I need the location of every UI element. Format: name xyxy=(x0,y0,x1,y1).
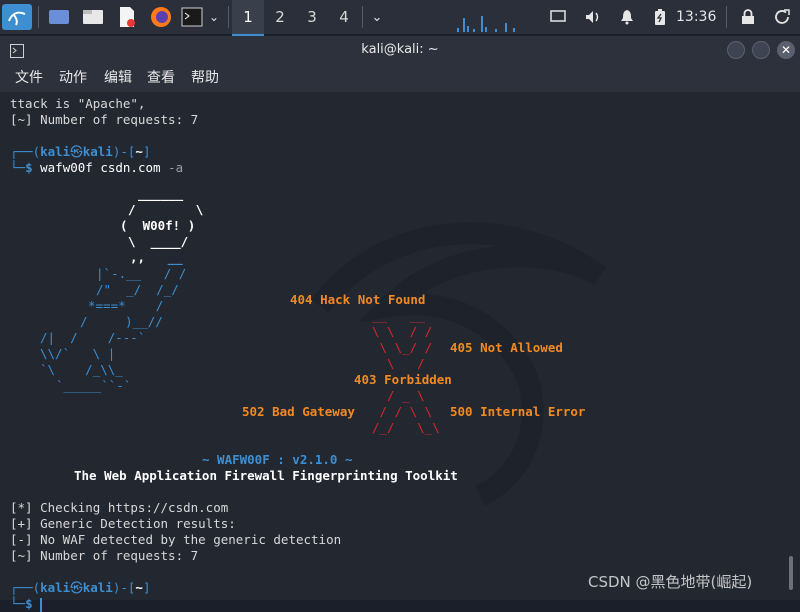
prompt-user: kali xyxy=(40,580,71,595)
label-404: 404 Hack Not Found xyxy=(290,292,426,307)
watermark-text: CSDN @黑色地带(崛起) xyxy=(588,573,753,591)
notification-bell-icon[interactable] xyxy=(616,4,638,30)
battery-icon[interactable] xyxy=(650,4,670,30)
cpu-graph xyxy=(455,14,525,32)
output-line: [*] Checking https://csdn.com xyxy=(10,500,229,515)
woof-text: W00f! xyxy=(142,218,181,233)
prompt-dir: ~ xyxy=(135,580,143,595)
title-bar[interactable]: kali@kali: ~ ✕ xyxy=(0,36,800,64)
workspace-1[interactable]: 1 xyxy=(232,0,264,36)
red-x-art: __ __ xyxy=(372,308,425,323)
red-x-art: \ \_/ / xyxy=(372,340,433,355)
label-502: 502 Bad Gateway xyxy=(242,404,355,419)
command-line: └─$ wafw00f csdn.com -a xyxy=(10,160,184,175)
chevron-down-icon[interactable]: ⌄ xyxy=(206,4,222,30)
volume-icon[interactable] xyxy=(582,4,604,30)
prompt-host: kali xyxy=(82,144,113,159)
output-line: [-] No WAF detected by the generic detec… xyxy=(10,532,342,547)
label-500: 500 Internal Error xyxy=(450,404,586,419)
file-manager-icon[interactable] xyxy=(80,4,106,30)
menu-view[interactable]: 查看 xyxy=(147,64,175,92)
input-line[interactable]: └─$ xyxy=(10,596,42,612)
menu-bar: 文件 动作 编辑 查看 帮助 xyxy=(0,64,800,92)
red-x-art: /_/ \_\ xyxy=(372,420,440,435)
output-line: [~] Number of requests: 7 xyxy=(10,548,199,563)
prompt-line: ┌──(kali㉿kali)-[~] xyxy=(10,580,151,595)
maximize-button[interactable] xyxy=(752,41,770,59)
red-x-art: / / \ \ xyxy=(372,404,433,419)
red-x-art: \ \ / / xyxy=(372,324,433,339)
prompt-dir: ~ xyxy=(135,144,143,159)
menu-help[interactable]: 帮助 xyxy=(191,64,219,92)
terminal-window: kali@kali: ~ ✕ 文件 动作 编辑 查看 帮助 ttack is "… xyxy=(0,36,800,612)
version-text: ~ WAFW00F : v2.1.0 ~ xyxy=(202,452,353,467)
lock-icon[interactable] xyxy=(738,4,758,30)
red-x-art: / _ \ xyxy=(372,388,425,403)
tagline-text: The Web Application Firewall Fingerprint… xyxy=(74,468,458,483)
taskbar: ⌄ 1 2 3 4 ⌄ 13:36 xyxy=(0,0,800,36)
command-text: wafw00f csdn.com xyxy=(40,160,161,175)
prompt-host: kali xyxy=(82,580,113,595)
clock[interactable]: 13:36 xyxy=(676,0,716,34)
display-icon[interactable] xyxy=(548,4,568,30)
terminal-icon[interactable] xyxy=(180,4,204,30)
taskbar-separator xyxy=(228,6,229,28)
show-desktop-icon[interactable] xyxy=(46,4,72,30)
label-403: 403 Forbidden xyxy=(354,372,452,387)
menu-edit[interactable]: 编辑 xyxy=(104,64,132,92)
taskbar-separator xyxy=(726,6,727,28)
output-line: [+] Generic Detection results: xyxy=(10,516,236,531)
output-line: [~] Number of requests: 7 xyxy=(10,112,199,127)
taskbar-separator xyxy=(362,6,363,28)
text-editor-icon[interactable] xyxy=(114,4,140,30)
chevron-down-icon[interactable]: ⌄ xyxy=(368,4,386,30)
minimize-button[interactable] xyxy=(727,41,745,59)
scrollbar[interactable] xyxy=(789,556,793,590)
label-405: 405 Not Allowed xyxy=(450,340,563,355)
taskbar-separator xyxy=(38,6,39,28)
workspace-3[interactable]: 3 xyxy=(296,0,328,34)
menu-actions[interactable]: 动作 xyxy=(59,64,87,92)
menu-file[interactable]: 文件 xyxy=(15,64,43,92)
workspace-4[interactable]: 4 xyxy=(328,0,360,34)
red-x-art: \ / xyxy=(372,356,425,371)
output-line: ttack is "Apache", xyxy=(10,96,146,111)
logout-icon[interactable] xyxy=(772,4,794,30)
command-arg: -a xyxy=(168,160,184,175)
prompt-user: kali xyxy=(40,144,71,159)
workspace-2[interactable]: 2 xyxy=(264,0,296,34)
prompt-line: ┌──(kali㉿kali)-[~] xyxy=(10,144,151,159)
firefox-icon[interactable] xyxy=(148,4,174,30)
kali-menu-icon[interactable] xyxy=(2,4,32,30)
window-title: kali@kali: ~ xyxy=(361,42,439,57)
close-button[interactable]: ✕ xyxy=(777,41,795,59)
